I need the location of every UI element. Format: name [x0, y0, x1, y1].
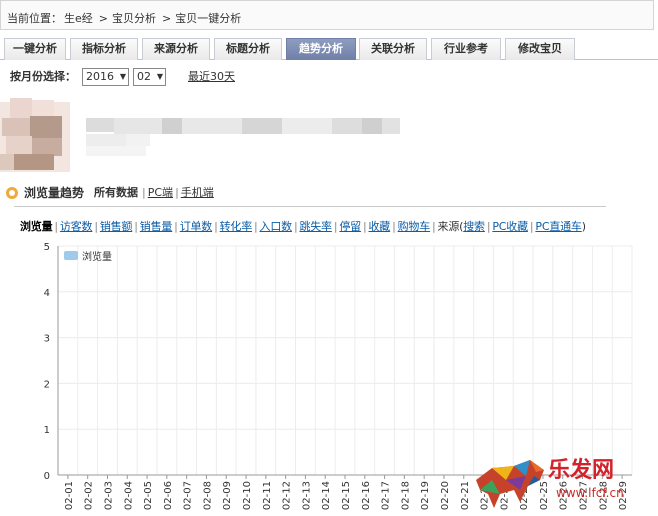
filter-mobile[interactable]: 手机端: [181, 186, 214, 199]
tab-edit-item[interactable]: 修改宝贝: [505, 38, 575, 60]
breadcrumb-item[interactable]: 生e经: [64, 12, 93, 25]
tab-metrics[interactable]: 指标分析: [70, 38, 138, 60]
chevron-down-icon: ▼: [156, 72, 163, 81]
x-tick-label: 02-08: [202, 481, 213, 510]
divider: |: [293, 220, 298, 233]
divider: |: [54, 220, 58, 233]
x-tick-label: 02-17: [381, 481, 392, 510]
breadcrumb-prefix: 当前位置：: [7, 12, 62, 25]
divider: |: [362, 220, 367, 233]
section-header: 浏览量趋势 所有数据 | PC端 | 手机端: [6, 184, 214, 204]
tab-related[interactable]: 关联分析: [359, 38, 427, 60]
legend-label: 浏览量: [82, 250, 112, 263]
source-prefix: 来源(: [437, 220, 464, 233]
tab-source[interactable]: 来源分析: [142, 38, 210, 60]
tab-trend[interactable]: 趋势分析: [286, 38, 356, 60]
y-tick-label: 3: [44, 334, 50, 345]
x-tick-label: 02-04: [123, 481, 134, 510]
x-tick-label: 02-02: [84, 481, 95, 510]
divider: |: [333, 220, 338, 233]
y-tick-label: 4: [44, 288, 50, 299]
metric-cart[interactable]: 购物车: [398, 220, 431, 233]
x-tick-label: 02-06: [163, 481, 174, 510]
divider: |: [94, 220, 98, 233]
pixelated-product-image: [0, 98, 400, 172]
watermark-brand: 乐发网: [548, 457, 615, 483]
breadcrumb-separator: >: [98, 12, 108, 25]
legend-swatch: [64, 251, 78, 260]
metric-page-views[interactable]: 浏览量: [20, 220, 53, 233]
source-suffix: ): [581, 220, 586, 233]
metric-orders[interactable]: 订单数: [180, 220, 213, 233]
metric-favorites[interactable]: 收藏: [369, 220, 391, 233]
section-divider: [14, 206, 606, 207]
divider: |: [214, 220, 218, 233]
metric-visitors[interactable]: 访客数: [60, 220, 93, 233]
watermark-logo: 乐发网 www.lfcf.cn: [470, 450, 658, 513]
breadcrumb-separator: >: [162, 12, 172, 25]
divider: |: [174, 220, 178, 233]
year-select[interactable]: 2016 ▼: [82, 68, 129, 86]
x-tick-label: 02-16: [361, 481, 372, 510]
x-tick-label: 02-20: [440, 481, 451, 510]
x-tick-label: 02-18: [400, 481, 411, 510]
source-pc-favorites[interactable]: PC收藏: [492, 220, 528, 233]
metric-entries[interactable]: 入口数: [260, 220, 293, 233]
source-search[interactable]: 搜索: [463, 220, 485, 233]
x-tick-label: 02-09: [222, 481, 233, 510]
divider: |: [142, 186, 146, 199]
year-value: 2016: [86, 70, 114, 83]
metric-conversion[interactable]: 转化率: [220, 220, 253, 233]
metric-bounce-rate[interactable]: 跳失率: [299, 220, 332, 233]
tab-one-click[interactable]: 一键分析: [4, 38, 66, 60]
x-tick-label: 02-13: [301, 481, 312, 510]
x-tick-label: 02-11: [262, 481, 273, 510]
y-tick-label: 1: [44, 425, 50, 436]
month-value: 02: [137, 70, 151, 83]
x-tick-label: 02-19: [420, 481, 431, 510]
y-tick-label: 0: [44, 471, 50, 482]
filter-pc[interactable]: PC端: [148, 186, 173, 199]
x-tick-label: 02-14: [321, 481, 332, 510]
watermark-url: www.lfcf.cn: [556, 486, 624, 500]
metric-sales-amount[interactable]: 销售额: [100, 220, 133, 233]
tab-bar: 一键分析 指标分析 来源分析 标题分析 趋势分析 关联分析 行业参考 修改宝贝: [0, 38, 658, 60]
x-tick-label: 02-15: [341, 481, 352, 510]
tab-industry[interactable]: 行业参考: [431, 38, 501, 60]
y-tick-label: 2: [44, 379, 50, 390]
month-filter: 按月份选择： 2016 ▼ 02 ▼ 最近30天: [10, 68, 235, 88]
tab-title[interactable]: 标题分析: [214, 38, 282, 60]
chevron-down-icon: ▼: [119, 72, 126, 81]
blurred-product-info: [0, 96, 658, 174]
divider: |: [432, 220, 436, 233]
breadcrumb: 当前位置： 生e经 > 宝贝分析 > 宝贝一键分析: [0, 0, 654, 30]
month-filter-label: 按月份选择：: [10, 70, 76, 83]
x-tick-label: 02-10: [242, 481, 253, 510]
divider: |: [134, 220, 138, 233]
divider: |: [392, 220, 396, 233]
x-tick-label: 02-07: [183, 481, 194, 510]
filter-all-data[interactable]: 所有数据: [94, 186, 138, 199]
y-tick-label: 5: [44, 242, 50, 253]
x-tick-label: 02-03: [103, 481, 114, 510]
divider: |: [486, 220, 491, 233]
section-title: 浏览量趋势: [24, 186, 85, 200]
x-tick-label: 02-05: [143, 481, 154, 510]
divider: |: [529, 220, 534, 233]
metric-sales-volume[interactable]: 销售量: [140, 220, 173, 233]
metric-stay[interactable]: 停留: [339, 220, 361, 233]
metric-switcher: 浏览量 | 访客数 | 销售额 | 销售量 | 订单数 | 转化率 | 入口数 | 跳失率 | 停留 | 收藏 | 购物…: [20, 218, 586, 234]
divider: |: [254, 220, 258, 233]
divider: |: [175, 186, 179, 199]
section-bullet-icon: [6, 187, 18, 199]
x-tick-label: 02-01: [64, 481, 75, 510]
month-select[interactable]: 02 ▼: [133, 68, 166, 86]
source-pc-ztc[interactable]: PC直通车: [535, 220, 582, 233]
recent-30-days-link[interactable]: 最近30天: [188, 70, 235, 83]
breadcrumb-item[interactable]: 宝贝一键分析: [175, 12, 241, 25]
breadcrumb-item[interactable]: 宝贝分析: [112, 12, 156, 25]
x-tick-label: 02-12: [282, 481, 293, 510]
